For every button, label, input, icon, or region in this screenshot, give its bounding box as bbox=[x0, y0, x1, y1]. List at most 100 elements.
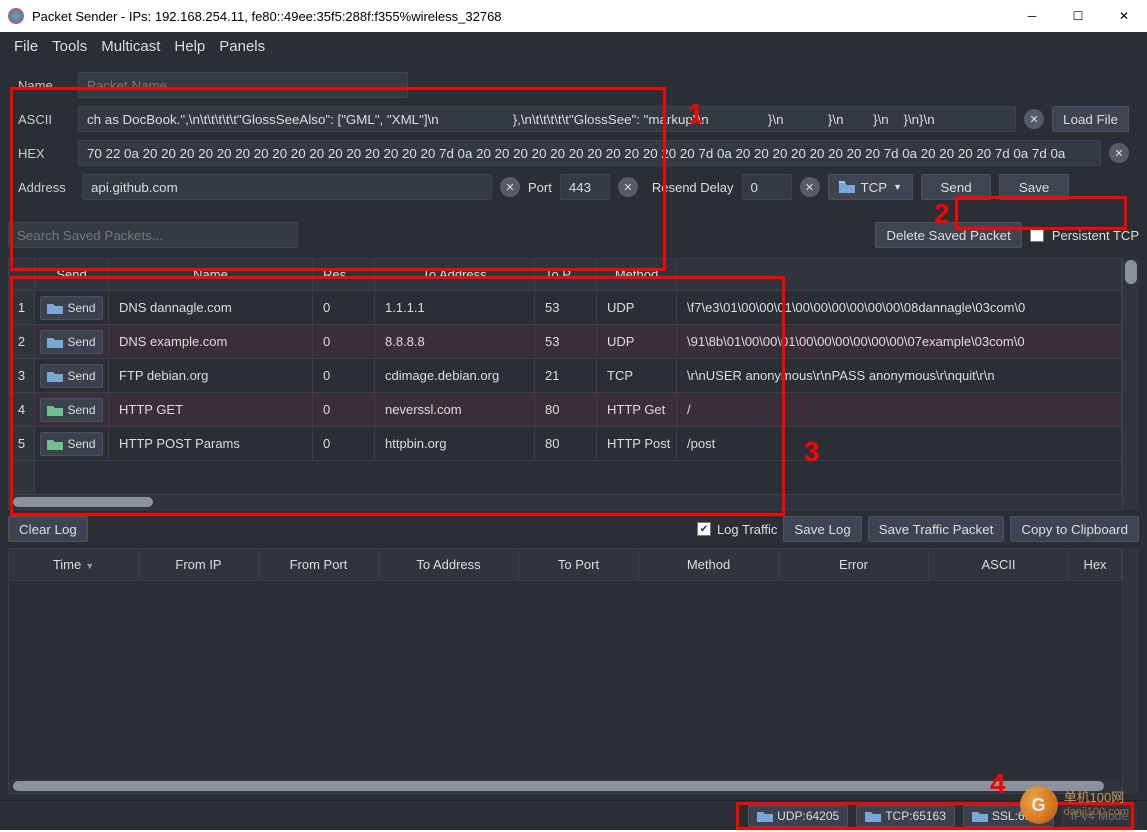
col-hex[interactable] bbox=[677, 259, 1122, 290]
col-to-address-log[interactable]: To Address bbox=[379, 549, 519, 580]
menu-panels[interactable]: Panels bbox=[213, 36, 271, 57]
cell-port: 53 bbox=[535, 325, 597, 358]
col-time[interactable]: Time▼ bbox=[9, 549, 139, 580]
cell-address: cdimage.debian.org bbox=[375, 359, 535, 392]
search-saved-input[interactable] bbox=[8, 222, 298, 248]
table-row[interactable]: 4SendHTTP GET0neverssl.com80HTTP Get/ bbox=[9, 393, 1122, 427]
cell-name: DNS example.com bbox=[109, 325, 313, 358]
table-row[interactable]: 3SendFTP debian.org0cdimage.debian.org21… bbox=[9, 359, 1122, 393]
col-ascii[interactable]: ASCII bbox=[929, 549, 1069, 580]
window-title: Packet Sender - IPs: 192.168.254.11, fe8… bbox=[32, 9, 1009, 24]
folder-icon bbox=[47, 404, 63, 416]
cell-method: UDP bbox=[597, 291, 677, 324]
col-hex-log[interactable]: Hex bbox=[1069, 549, 1122, 580]
cell-address: 8.8.8.8 bbox=[375, 325, 535, 358]
col-from-port[interactable]: From Port bbox=[259, 549, 379, 580]
log-hscrollbar[interactable] bbox=[9, 779, 1122, 793]
copy-clipboard-button[interactable]: Copy to Clipboard bbox=[1010, 516, 1139, 542]
cell-hex: \r\nUSER anonymous\r\nPASS anonymous\r\n… bbox=[677, 359, 1122, 392]
app-icon bbox=[8, 8, 24, 24]
close-button[interactable]: ✕ bbox=[1101, 0, 1147, 32]
cell-address: httpbin.org bbox=[375, 427, 535, 460]
row-number: 3 bbox=[9, 359, 35, 392]
persistent-tcp-checkbox[interactable] bbox=[1030, 228, 1044, 242]
menu-file[interactable]: File bbox=[8, 36, 44, 57]
col-to-port-log[interactable]: To Port bbox=[519, 549, 639, 580]
col-to-port[interactable]: To Port bbox=[535, 259, 597, 290]
clear-hex-icon[interactable]: ✕ bbox=[1109, 143, 1129, 163]
load-file-button[interactable]: Load File bbox=[1052, 106, 1129, 132]
cell-address: 1.1.1.1 bbox=[375, 291, 535, 324]
folder-icon bbox=[47, 302, 63, 314]
clear-log-button[interactable]: Clear Log bbox=[8, 516, 88, 542]
port-input[interactable] bbox=[560, 174, 610, 200]
minimize-button[interactable]: ─ bbox=[1009, 0, 1055, 32]
col-name[interactable]: Name bbox=[109, 259, 313, 290]
log-traffic-label: Log Traffic bbox=[717, 522, 777, 537]
col-from-ip[interactable]: From IP bbox=[139, 549, 259, 580]
address-input[interactable] bbox=[82, 174, 492, 200]
cell-port: 80 bbox=[535, 393, 597, 426]
row-number: 2 bbox=[9, 325, 35, 358]
menu-multicast[interactable]: Multicast bbox=[95, 36, 166, 57]
col-method[interactable]: Method bbox=[597, 259, 677, 290]
log-toolbar: Clear Log ✔ Log Traffic Save Log Save Tr… bbox=[8, 516, 1139, 542]
resend-input[interactable] bbox=[742, 174, 792, 200]
table-row[interactable]: 2SendDNS example.com08.8.8.853UDP\91\8b\… bbox=[9, 325, 1122, 359]
row-send-button[interactable]: Send bbox=[40, 398, 102, 422]
status-tcp[interactable]: TCP:65163 bbox=[856, 805, 955, 827]
menu-tools[interactable]: Tools bbox=[46, 36, 93, 57]
row-number: 4 bbox=[9, 393, 35, 426]
table-row[interactable]: 5SendHTTP POST Params0httpbin.org80HTTP … bbox=[9, 427, 1122, 461]
table-row[interactable]: 1SendDNS dannagle.com01.1.1.153UDP\f7\e3… bbox=[9, 291, 1122, 325]
cell-method: HTTP Get bbox=[597, 393, 677, 426]
cell-port: 80 bbox=[535, 427, 597, 460]
row-send-button[interactable]: Send bbox=[40, 330, 102, 354]
packet-form: Name ASCII ✕ Load File HEX ✕ Address ✕ P… bbox=[8, 60, 1139, 216]
col-resend[interactable]: Resend bbox=[313, 259, 375, 290]
resend-label: Resend Delay bbox=[652, 180, 734, 195]
col-to-address[interactable]: To Address bbox=[375, 259, 535, 290]
save-button[interactable]: Save bbox=[999, 174, 1069, 200]
status-udp[interactable]: UDP:64205 bbox=[748, 805, 848, 827]
statusbar: UDP:64205 TCP:65163 SSL:6516 IPv4 Mode bbox=[0, 800, 1147, 830]
clear-port-icon[interactable]: ✕ bbox=[618, 177, 638, 197]
saved-packets-toolbar: Delete Saved Packet Persistent TCP bbox=[8, 222, 1139, 252]
hex-input[interactable] bbox=[78, 140, 1101, 166]
ascii-input[interactable] bbox=[78, 106, 1016, 132]
ascii-label: ASCII bbox=[18, 112, 70, 127]
col-error[interactable]: Error bbox=[779, 549, 929, 580]
maximize-button[interactable]: ☐ bbox=[1055, 0, 1101, 32]
cell-port: 21 bbox=[535, 359, 597, 392]
menu-help[interactable]: Help bbox=[168, 36, 211, 57]
table-header: Send Name Resend To Address To Port Meth… bbox=[9, 259, 1122, 291]
port-label: Port bbox=[528, 180, 552, 195]
save-log-button[interactable]: Save Log bbox=[783, 516, 861, 542]
name-input[interactable] bbox=[78, 72, 408, 98]
folder-icon bbox=[47, 438, 63, 450]
send-button[interactable]: Send bbox=[921, 174, 991, 200]
saved-hscrollbar[interactable] bbox=[9, 495, 1122, 509]
cell-resend: 0 bbox=[313, 393, 375, 426]
cell-resend: 0 bbox=[313, 291, 375, 324]
log-traffic-checkbox[interactable]: ✔ bbox=[697, 522, 711, 536]
log-vscrollbar[interactable] bbox=[1123, 548, 1139, 794]
watermark-text: 单机100网 bbox=[1064, 791, 1129, 805]
cell-name: HTTP GET bbox=[109, 393, 313, 426]
delete-saved-button[interactable]: Delete Saved Packet bbox=[875, 222, 1021, 248]
row-send-button[interactable]: Send bbox=[40, 364, 102, 388]
folder-icon bbox=[972, 810, 988, 822]
saved-vscrollbar[interactable] bbox=[1123, 258, 1139, 510]
save-traffic-button[interactable]: Save Traffic Packet bbox=[868, 516, 1005, 542]
protocol-select[interactable]: TCP▼ bbox=[828, 174, 914, 200]
clear-address-icon[interactable]: ✕ bbox=[500, 177, 520, 197]
clear-resend-icon[interactable]: ✕ bbox=[800, 177, 820, 197]
row-send-button[interactable]: Send bbox=[40, 432, 102, 456]
col-method-log[interactable]: Method bbox=[639, 549, 779, 580]
clear-ascii-icon[interactable]: ✕ bbox=[1024, 109, 1044, 129]
address-label: Address bbox=[18, 180, 74, 195]
cell-hex: / bbox=[677, 393, 1122, 426]
col-send[interactable]: Send bbox=[35, 259, 109, 290]
menubar: File Tools Multicast Help Panels bbox=[0, 32, 1147, 60]
row-send-button[interactable]: Send bbox=[40, 296, 102, 320]
